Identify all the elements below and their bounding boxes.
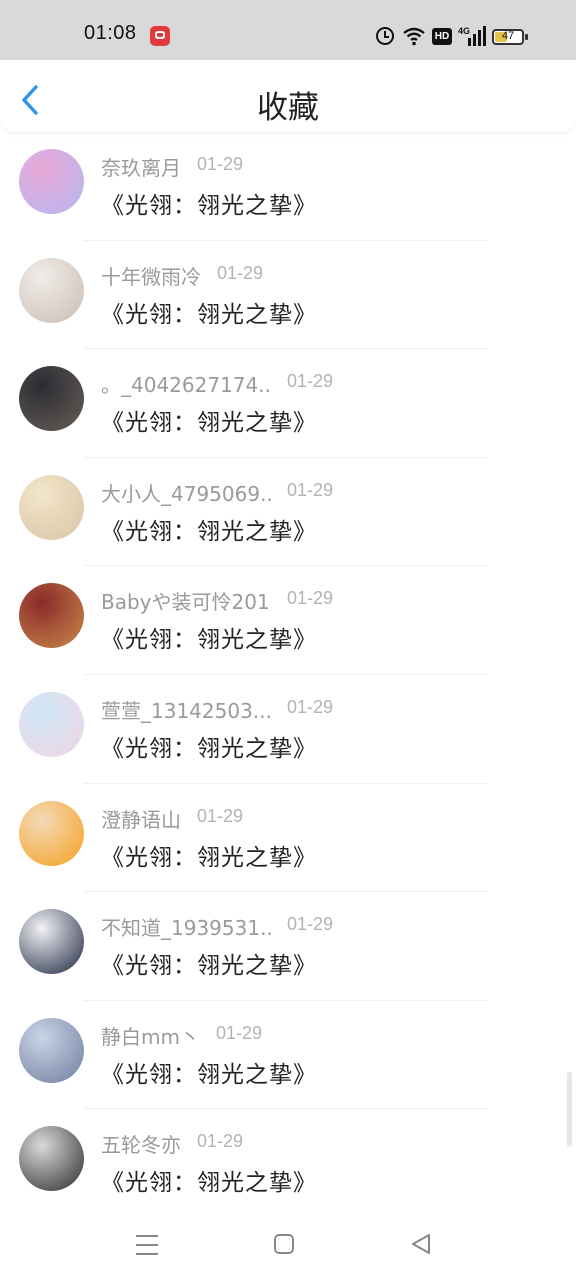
status-bar: 01:08 HD 4G 47 — [0, 0, 576, 60]
home-square-icon[interactable] — [274, 1234, 294, 1254]
page-title: 收藏 — [257, 90, 319, 126]
list-item[interactable]: 大小人_4795069... 01-29 《光翎：翎光之挚》 — [0, 458, 576, 567]
list-item[interactable]: 不知道_1939531... 01-29 《光翎：翎光之挚》 — [0, 892, 576, 1001]
favorite-date: 01-29 — [215, 1022, 263, 1043]
user-name: 不知道_1939531... — [101, 916, 271, 941]
work-title: 《光翎：翎光之挚》 — [101, 735, 317, 762]
favorite-date: 01-29 — [287, 371, 334, 392]
favorite-date: 01-29 — [197, 1131, 244, 1152]
work-title: 《光翎：翎光之挚》 — [101, 1170, 317, 1197]
battery-icon: 47 — [492, 29, 524, 45]
favorites-list: 奈玖离月 01-29 《光翎：翎光之挚》 十年微雨冷 01-29 《光翎：翎光之… — [0, 132, 576, 1218]
page-header: 收藏 — [0, 60, 576, 132]
list-item[interactable]: 萱萱_13142503... 01-29 《光翎：翎光之挚》 — [0, 675, 576, 784]
work-title: 《光翎：翎光之挚》 — [101, 518, 317, 545]
app-notification-icon — [150, 26, 170, 46]
user-name: 奈玖离月 — [101, 156, 181, 180]
signal-4g-icon: 4G — [458, 26, 486, 46]
scrollbar[interactable] — [567, 1072, 572, 1147]
favorite-date: 01-29 — [287, 696, 334, 717]
avatar[interactable] — [19, 1017, 84, 1083]
menu-icon[interactable] — [136, 1234, 158, 1256]
list-item[interactable]: 五轮冬亦 01-29 《光翎：翎光之挚》 — [0, 1109, 576, 1218]
user-name: 澄静语山 — [101, 807, 181, 832]
favorite-date: 01-29 — [287, 914, 334, 935]
battery-tip — [525, 34, 528, 40]
avatar[interactable] — [19, 1126, 84, 1192]
work-title: 《光翎：翎光之挚》 — [101, 627, 317, 654]
user-name: 静白mm丶 — [101, 1024, 200, 1049]
alarm-icon — [376, 27, 394, 45]
avatar[interactable] — [19, 366, 84, 432]
list-item[interactable]: 静白mm丶 01-29 《光翎：翎光之挚》 — [0, 1001, 576, 1110]
list-item[interactable]: 十年微雨冷 01-29 《光翎：翎光之挚》 — [0, 241, 576, 350]
favorite-date: 01-29 — [197, 154, 244, 174]
work-title: 《光翎：翎光之挚》 — [101, 953, 317, 980]
user-name: 十年微雨冷 — [101, 264, 201, 289]
wifi-icon — [403, 27, 425, 46]
user-name: Babyや装可怜201... — [101, 590, 271, 615]
user-name: 。_4042627174... — [101, 373, 271, 398]
avatar[interactable] — [19, 257, 84, 323]
favorite-date: 01-29 — [287, 479, 334, 500]
favorite-date: 01-29 — [197, 805, 244, 826]
avatar[interactable] — [19, 474, 84, 540]
work-title: 《光翎：翎光之挚》 — [101, 410, 317, 437]
user-name: 五轮冬亦 — [101, 1133, 181, 1158]
user-name: 大小人_4795069... — [101, 481, 271, 506]
work-title: 《光翎：翎光之挚》 — [101, 301, 317, 328]
avatar[interactable] — [19, 909, 84, 975]
status-time: 01:08 — [84, 22, 137, 44]
list-item[interactable]: Babyや装可怜201... 01-29 《光翎：翎光之挚》 — [0, 566, 576, 675]
work-title: 《光翎：翎光之挚》 — [101, 193, 317, 219]
network-label: 4G — [458, 26, 470, 36]
list-item[interactable]: 奈玖离月 01-29 《光翎：翎光之挚》 — [0, 132, 576, 241]
avatar[interactable] — [19, 691, 84, 757]
battery-percent: 47 — [501, 30, 515, 42]
list-item[interactable]: 。_4042627174... 01-29 《光翎：翎光之挚》 — [0, 349, 576, 458]
work-title: 《光翎：翎光之挚》 — [101, 1061, 317, 1088]
system-nav-bar — [0, 1212, 576, 1280]
user-name: 萱萱_13142503... — [101, 698, 271, 723]
avatar[interactable] — [19, 149, 84, 214]
favorite-date: 01-29 — [287, 588, 334, 609]
avatar[interactable] — [19, 800, 84, 866]
list-item[interactable]: 澄静语山 01-29 《光翎：翎光之挚》 — [0, 784, 576, 893]
avatar[interactable] — [19, 583, 84, 649]
work-title: 《光翎：翎光之挚》 — [101, 844, 317, 871]
triangle-back-icon[interactable] — [410, 1232, 432, 1256]
favorite-date: 01-29 — [217, 262, 264, 283]
hd-icon: HD — [432, 28, 452, 45]
